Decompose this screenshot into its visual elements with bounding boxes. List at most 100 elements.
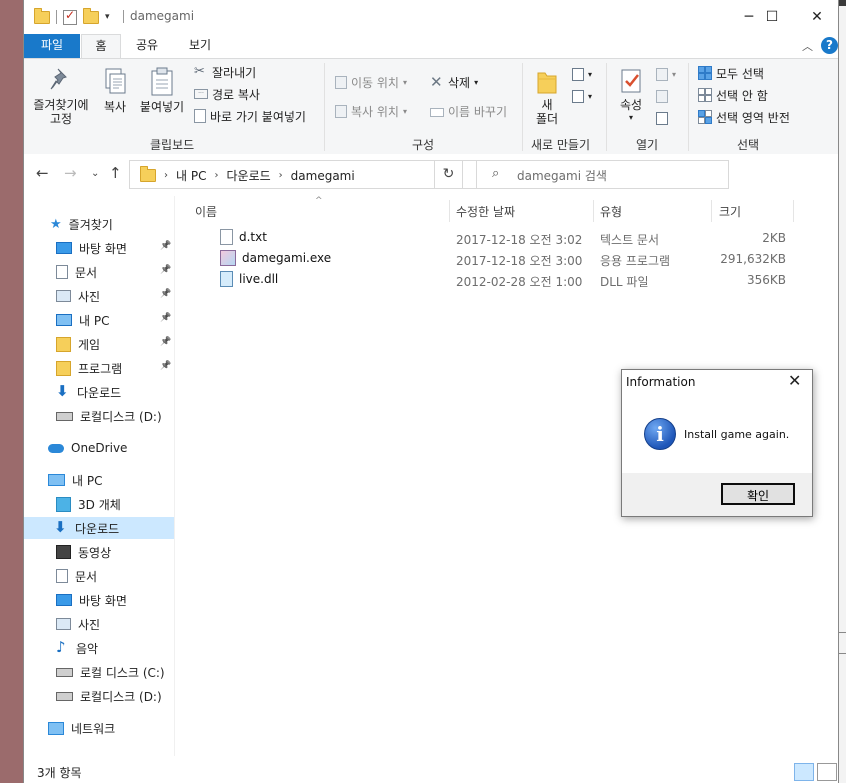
new-folder-button[interactable]: 새 폴더 [530,67,564,126]
new-item-button[interactable]: ▾ [572,65,592,83]
nav-network[interactable]: 네트워크 [48,717,115,739]
collapse-ribbon-icon[interactable]: ︿ [802,38,813,54]
nav-quick-item[interactable]: 게임 [56,333,100,355]
nav-this-pc[interactable]: 내 PC [48,469,102,491]
new-folder-icon[interactable] [83,7,99,24]
nav-quick-access[interactable]: ★ 즐겨찾기 [50,213,113,235]
nav-quick-item[interactable]: 사진 [56,285,100,307]
table-row[interactable]: d.txt 2017-12-18 오전 3:02 텍스트 문서 2KB [184,228,838,249]
breadcrumb-downloads[interactable]: 다운로드 [226,167,270,184]
nav-quick-item[interactable]: 문서 [56,261,97,283]
help-icon[interactable]: ? [821,37,838,54]
dialog-message: Install game again. [684,428,790,441]
select-all-button[interactable]: 모두 선택 [698,64,764,82]
delete-button[interactable]: ✕ 삭제 ▾ [430,73,478,91]
details-view-button[interactable] [794,763,814,781]
nav-pc-item[interactable]: 동영상 [56,541,111,563]
tab-home[interactable]: 홈 [81,34,121,59]
item-count: 3개 항목 [37,766,82,780]
back-arrow-icon[interactable]: ← [36,164,49,182]
nav-pc-item[interactable]: 로컬디스크 (D:) [56,685,162,707]
history-button[interactable] [656,109,668,127]
table-row[interactable]: damegami.exe 2017-12-18 오전 3:00 응용 프로그램 291… [184,249,838,270]
nav-pc-item[interactable]: ⬇ 다운로드 [24,517,174,539]
pin-icon[interactable]: 📌 [160,313,171,323]
nav-pc-item[interactable]: 사진 [56,613,100,635]
nav-pc-item[interactable]: 3D 개체 [56,493,121,515]
invert-selection-button[interactable]: 선택 영역 반전 [698,108,790,126]
ribbon-home: 즐겨찾기에 고정 복사 붙여넣기 ✂ 잘라내기 ··· 경로 복사 바로 가기 … [24,58,838,155]
close-button[interactable]: ✕ [794,0,838,34]
customize-toolbar-icon[interactable]: ▾ [105,12,110,22]
nav-pc-item[interactable]: ♪ 음악 [56,637,98,659]
ok-button[interactable]: 확인 [721,483,795,505]
desktop-edge [838,0,846,783]
nav-onedrive[interactable]: OneDrive [48,437,127,459]
nav-item-label: 바탕 화면 [79,593,127,608]
nav-quick-item[interactable]: 프로그램 [56,357,122,379]
column-header-size[interactable]: 크기 [719,200,741,224]
column-header-name[interactable]: 이름 [195,200,217,224]
search-box[interactable]: ⌕ damegami 검색 [476,160,729,189]
pin-icon[interactable]: 📌 [160,289,171,299]
copy-button[interactable]: 복사 [97,67,133,114]
copy-path-button[interactable]: ··· 경로 복사 [194,85,260,103]
copy-to-button[interactable]: 복사 위치 ▾ [335,102,407,120]
file-modified: 2017-12-18 오전 3:00 [456,254,583,268]
paste-button[interactable]: 붙여넣기 [137,67,187,114]
file-type: 텍스트 문서 [600,233,660,247]
nav-quick-item[interactable]: ⬇ 다운로드 [56,381,121,403]
properties-button[interactable]: 속성 ▾ [614,67,648,125]
file-modified: 2017-12-18 오전 3:02 [456,233,583,247]
drive-icon [56,691,73,701]
pin-quick-access-button[interactable]: 즐겨찾기에 고정 [30,67,92,126]
edit-button[interactable] [656,87,668,105]
open-button[interactable]: ▾ [656,65,676,83]
forward-arrow-icon[interactable]: → [64,164,77,182]
dialog-close-button[interactable]: ✕ [788,371,801,390]
properties-check-icon[interactable] [63,8,77,25]
column-header-type[interactable]: 유형 [600,200,622,224]
pc-icon [48,474,65,486]
easy-access-button[interactable]: ▾ [572,87,592,105]
nav-quick-item[interactable]: 로컬디스크 (D:) [56,405,162,427]
rename-button[interactable]: 이름 바꾸기 [430,102,507,120]
nav-pc-item[interactable]: 로컬 디스크 (C:) [56,661,165,683]
recent-locations-icon[interactable]: ⌄ [91,168,99,179]
tab-view[interactable]: 보기 [176,34,224,58]
column-header-modified[interactable]: 수정한 날짜 [456,200,515,224]
nav-quick-item[interactable]: 내 PC [56,309,109,331]
refresh-button[interactable]: ↻ [434,160,463,189]
nav-pc-item[interactable]: 바탕 화면 [56,589,127,611]
pin-icon[interactable]: 📌 [160,265,171,275]
move-to-button[interactable]: 이동 위치 ▾ [335,73,407,91]
nav-pc-item[interactable]: 문서 [56,565,97,587]
network-icon [48,721,64,735]
breadcrumb-pc[interactable]: 내 PC [176,167,206,184]
open-group-label: 열기 [636,138,659,152]
large-icons-view-button[interactable] [817,763,837,781]
file-name: damegami.exe [220,250,331,266]
open-icon [656,67,668,81]
tab-share[interactable]: 공유 [124,34,170,58]
ribbon-tabs: 파일 홈 공유 보기 ︿ ? [24,34,838,59]
tab-file[interactable]: 파일 [24,34,80,58]
paste-shortcut-button[interactable]: 바로 가기 붙여넣기 [194,107,306,125]
file-type: 응용 프로그램 [600,254,671,268]
up-arrow-icon[interactable]: ↑ [109,164,122,182]
pin-icon [50,68,67,90]
cut-button[interactable]: ✂ 잘라내기 [194,63,256,81]
nav-item-label: 게임 [78,337,101,352]
nav-item-label: 로컬디스크 (D:) [80,409,162,424]
breadcrumb-damegami[interactable]: damegami [291,169,355,183]
table-row[interactable]: live.dll 2012-02-28 오전 1:00 DLL 파일 356KB [184,270,838,291]
pin-icon[interactable]: 📌 [160,241,171,251]
pin-icon[interactable]: 📌 [160,361,171,371]
nav-quick-item[interactable]: 바탕 화면 [56,237,127,259]
select-none-button[interactable]: 선택 안 함 [698,86,768,104]
windows-drive-icon [56,667,73,677]
maximize-button[interactable]: ☐ [749,0,795,34]
new-group-label: 새로 만들기 [531,138,591,152]
pin-icon[interactable]: 📌 [160,337,171,347]
quick-access-toolbar: ▾ [34,7,110,25]
